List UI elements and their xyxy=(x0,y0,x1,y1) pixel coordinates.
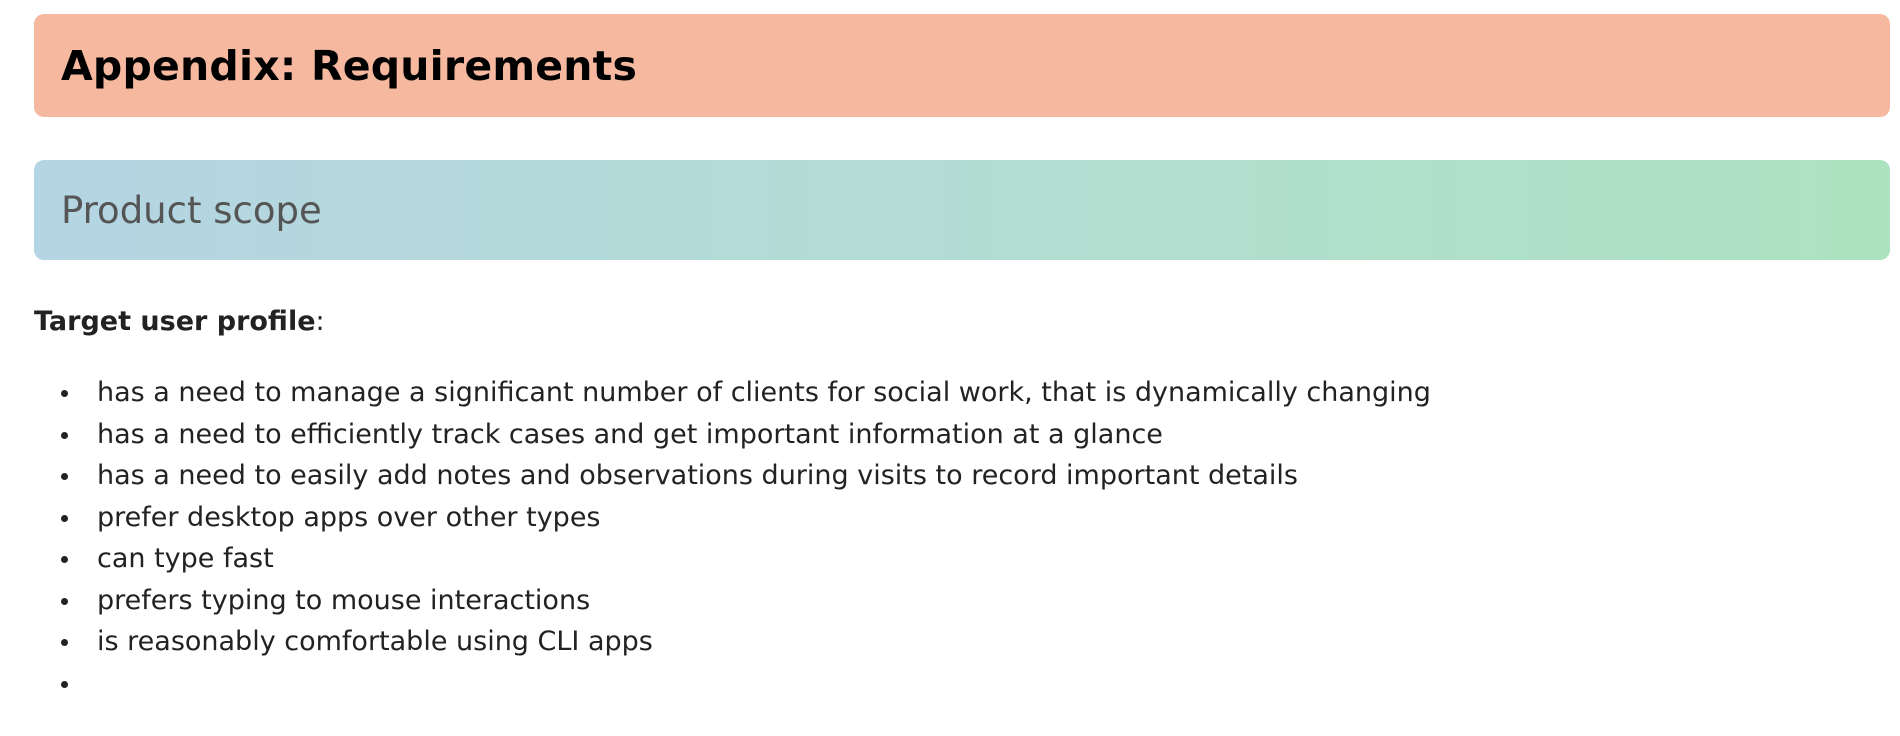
section-banner: Product scope xyxy=(34,160,1890,260)
section-title: Product scope xyxy=(61,188,322,232)
appendix-title: Appendix: Requirements xyxy=(61,41,638,90)
list-item: has a need to efficiently track cases an… xyxy=(61,414,1890,456)
profile-label: Target user profile xyxy=(34,306,316,337)
user-profile-list: has a need to manage a significant numbe… xyxy=(34,372,1890,704)
target-user-profile-heading: Target user profile: xyxy=(34,306,1890,338)
profile-suffix: : xyxy=(315,306,325,337)
list-item: has a need to easily add notes and obser… xyxy=(61,455,1890,497)
document-page: Appendix: Requirements Product scope Tar… xyxy=(0,0,1900,736)
list-item xyxy=(61,663,1890,705)
list-item: is reasonably comfortable using CLI apps xyxy=(61,621,1890,663)
appendix-banner: Appendix: Requirements xyxy=(34,14,1890,117)
list-item: can type fast xyxy=(61,538,1890,580)
list-item: has a need to manage a significant numbe… xyxy=(61,372,1890,414)
list-item: prefers typing to mouse interactions xyxy=(61,580,1890,622)
list-item: prefer desktop apps over other types xyxy=(61,497,1890,539)
